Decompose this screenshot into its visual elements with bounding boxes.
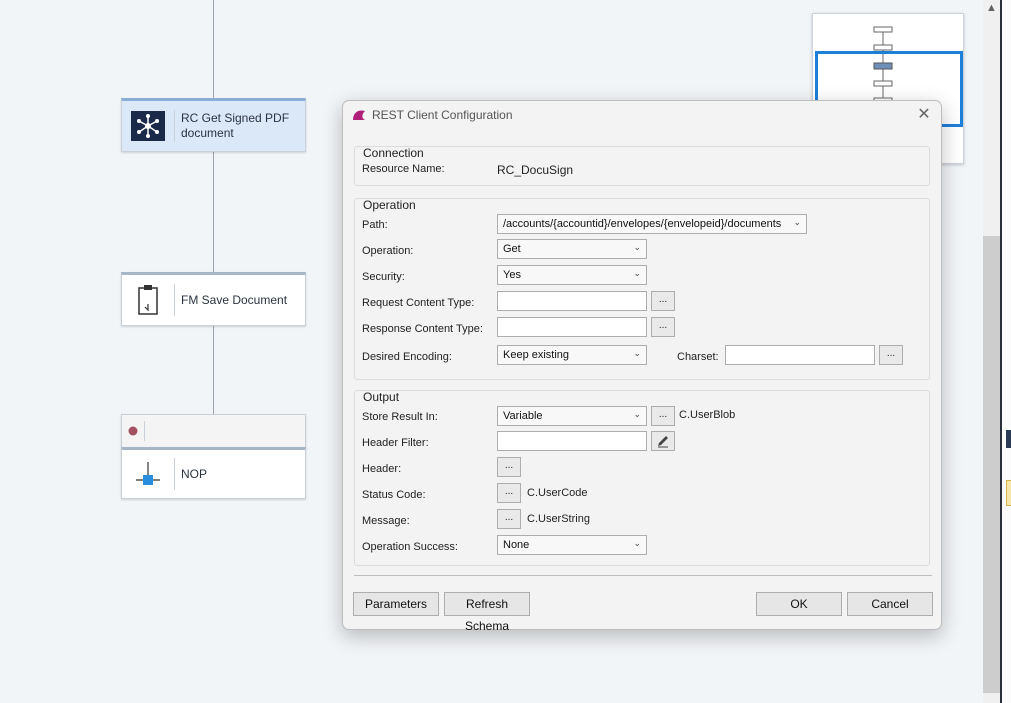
operation-select-value: Get xyxy=(503,243,521,255)
parameters-button[interactable]: Parameters xyxy=(353,592,439,616)
operation-select[interactable]: Get ⌄ xyxy=(497,239,647,259)
node-separator xyxy=(174,458,175,490)
store-result-browse-button[interactable]: ... xyxy=(651,406,675,426)
message-label: Message: xyxy=(362,515,410,527)
chevron-down-icon: ⌄ xyxy=(633,348,641,358)
header-label: Header: xyxy=(362,463,402,475)
app-logo-icon xyxy=(352,109,366,124)
dialog-titlebar[interactable]: REST Client Configuration ✕ xyxy=(343,101,941,131)
node-label: RC Get Signed PDF document xyxy=(181,111,289,141)
clipboard-icon xyxy=(122,283,174,317)
header-filter-label: Header Filter: xyxy=(362,437,429,449)
close-icon[interactable]: ✕ xyxy=(915,106,933,124)
side-tab[interactable] xyxy=(1006,480,1011,506)
resource-name-label: Resource Name: xyxy=(362,163,445,175)
header-browse-button[interactable]: ... xyxy=(497,457,521,477)
response-content-type-browse-button[interactable]: ... xyxy=(651,317,675,337)
node-rc-get-signed-pdf[interactable]: RC Get Signed PDF document xyxy=(121,98,306,152)
desired-encoding-label: Desired Encoding: xyxy=(362,351,452,363)
status-code-browse-button[interactable]: ... xyxy=(497,483,521,503)
node-nop[interactable]: NOP xyxy=(121,447,306,499)
node-label: NOP xyxy=(181,466,208,481)
scrollbar-thumb[interactable] xyxy=(983,236,1000,693)
charset-browse-button[interactable]: ... xyxy=(879,345,903,365)
charset-label: Charset: xyxy=(677,351,719,363)
node-label: FM Save Document xyxy=(181,292,288,307)
path-label: Path: xyxy=(362,219,388,231)
dialog-title: REST Client Configuration xyxy=(372,108,513,122)
charset-input[interactable] xyxy=(725,345,875,365)
response-content-type-input[interactable] xyxy=(497,317,647,337)
operation-group: Operation Path: /accounts/{accountid}/en… xyxy=(354,198,930,380)
network-hub-icon xyxy=(122,111,174,141)
node-separator xyxy=(174,110,175,142)
chevron-down-icon: ⌄ xyxy=(633,242,641,252)
node-label-line1: RC Get Signed PDF xyxy=(181,111,290,125)
breakpoint-icon[interactable] xyxy=(122,426,144,436)
desired-encoding-select-value: Keep existing xyxy=(503,349,570,361)
group-label: Connection xyxy=(363,146,424,160)
flow-connector xyxy=(213,0,214,100)
request-content-type-browse-button[interactable]: ... xyxy=(651,291,675,311)
desired-encoding-select[interactable]: Keep existing ⌄ xyxy=(497,345,647,365)
vertical-scrollbar[interactable]: ▲ xyxy=(983,0,1000,703)
output-group: Output Store Result In: Variable ⌄ ... C… xyxy=(354,390,930,566)
chevron-down-icon: ⌄ xyxy=(633,409,641,419)
operation-success-label: Operation Success: xyxy=(362,541,458,553)
security-select-value: Yes xyxy=(503,269,521,281)
security-select[interactable]: Yes ⌄ xyxy=(497,265,647,285)
store-result-variable: C.UserBlob xyxy=(679,409,736,421)
node-header-bar[interactable] xyxy=(121,414,306,448)
status-code-variable: C.UserCode xyxy=(527,487,588,499)
node-label-line2: document xyxy=(181,126,234,140)
nop-icon xyxy=(122,460,174,488)
resource-name-value: RC_DocuSign xyxy=(497,163,574,177)
request-content-type-input[interactable] xyxy=(497,291,647,311)
message-browse-button[interactable]: ... xyxy=(497,509,521,529)
chevron-down-icon: ⌄ xyxy=(633,268,641,278)
store-result-label: Store Result In: xyxy=(362,411,438,423)
path-select[interactable]: /accounts/{accountid}/envelopes/{envelop… xyxy=(497,214,807,234)
store-result-select[interactable]: Variable ⌄ xyxy=(497,406,647,426)
operation-success-select-value: None xyxy=(503,539,530,551)
status-code-label: Status Code: xyxy=(362,489,426,501)
operation-success-select[interactable]: None ⌄ xyxy=(497,535,647,555)
operation-label: Operation: xyxy=(362,245,414,257)
chevron-down-icon: ⌄ xyxy=(633,538,641,548)
security-label: Security: xyxy=(362,271,405,283)
flow-connector xyxy=(213,152,214,274)
refresh-schema-button[interactable]: Refresh Schema xyxy=(444,592,530,633)
divider xyxy=(354,575,932,576)
path-select-value: /accounts/{accountid}/envelopes/{envelop… xyxy=(503,218,782,230)
header-filter-input[interactable] xyxy=(497,431,647,451)
request-content-type-label: Request Content Type: xyxy=(362,297,475,309)
side-panel-edge xyxy=(1000,0,1011,703)
response-content-type-label: Response Content Type: xyxy=(362,323,483,335)
connection-group: Connection Resource Name: RC_DocuSign xyxy=(354,146,930,186)
node-separator xyxy=(174,284,175,316)
store-result-select-value: Variable xyxy=(503,410,543,422)
scroll-up-icon[interactable]: ▲ xyxy=(986,2,997,14)
flow-connector xyxy=(213,326,214,416)
cancel-button[interactable]: Cancel xyxy=(847,592,933,616)
group-label: Output xyxy=(363,390,400,404)
chevron-down-icon: ⌄ xyxy=(793,217,801,227)
ok-button[interactable]: OK xyxy=(756,592,842,616)
edit-pencil-icon[interactable] xyxy=(651,431,675,451)
group-label: Operation xyxy=(363,198,416,212)
side-tab[interactable] xyxy=(1006,430,1011,448)
node-separator xyxy=(144,421,145,441)
node-fm-save-document[interactable]: FM Save Document xyxy=(121,272,306,326)
rest-client-dialog: REST Client Configuration ✕ Connection R… xyxy=(342,100,942,633)
message-variable: C.UserString xyxy=(527,513,590,525)
